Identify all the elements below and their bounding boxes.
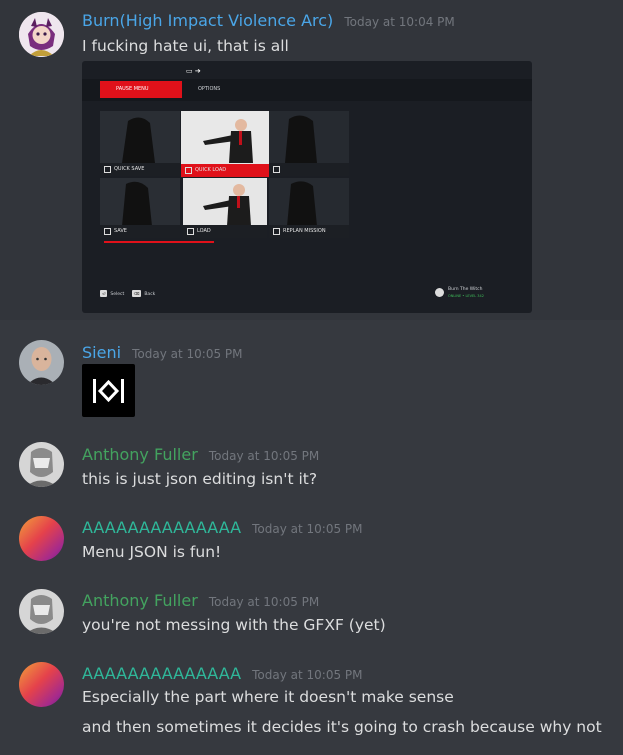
tile-label: SAVE <box>114 228 127 234</box>
tile-selection-underline <box>104 241 214 243</box>
load-icon <box>185 167 192 174</box>
avatar[interactable] <box>19 516 64 561</box>
message-text: I fucking hate ui, that is all <box>82 37 289 55</box>
profile-icon <box>273 166 280 173</box>
tab-pause-menu: PAUSE MENU <box>100 81 182 98</box>
load-icon <box>187 228 194 235</box>
avatar[interactable] <box>19 662 64 707</box>
message-text: this is just json editing isn't it? <box>82 470 318 488</box>
tile-label: REPLAN MISSION <box>283 228 326 234</box>
avatar[interactable] <box>19 442 64 487</box>
avatar[interactable] <box>19 340 64 385</box>
tile-replan-mission: REPLAN MISSION <box>269 178 349 238</box>
select-hint: ⏎ Select ⌫ Back <box>100 290 156 297</box>
timestamp: Today at 10:05 PM <box>208 595 320 609</box>
tab-switch-hint: ▭ ➔ <box>186 67 201 75</box>
a-button-icon: ⏎ <box>100 290 108 297</box>
tile-quick-load: QUICK LOAD <box>181 111 269 177</box>
author-name[interactable]: Sieni <box>82 343 121 362</box>
tile-quick-save: QUICK SAVE <box>100 111 180 176</box>
message-text: and then sometimes it decides it's going… <box>82 718 602 736</box>
image-attachment[interactable]: ▭ ➔ PAUSE MENU OPTIONS QUICK SAVE QUICK … <box>82 61 532 313</box>
replan-icon <box>273 228 280 235</box>
save-icon <box>104 166 111 173</box>
tile-label: QUICK SAVE <box>114 166 145 172</box>
author-name[interactable]: AAAAAAAAAAAAAA <box>82 518 241 537</box>
author-name[interactable]: AAAAAAAAAAAAAA <box>82 664 241 683</box>
timestamp: Today at 10:05 PM <box>208 449 320 463</box>
tile-save: SAVE <box>100 178 180 238</box>
tab-options: OPTIONS <box>198 86 221 92</box>
timestamp: Today at 10:04 PM <box>344 15 455 29</box>
message-text: Especially the part where it doesn't mak… <box>82 688 454 706</box>
avatar[interactable] <box>19 12 64 57</box>
timestamp: Today at 10:05 PM <box>132 347 243 361</box>
message-text: Menu JSON is fun! <box>82 543 222 561</box>
profile-emblem-icon <box>435 288 444 297</box>
lol-emote-icon <box>93 379 124 403</box>
author-name[interactable]: Burn(High Impact Violence Arc) <box>82 11 333 30</box>
profile-name: Burn The Witch <box>448 287 483 292</box>
lol-emote[interactable]: lol <box>82 364 135 417</box>
tile-label: LOAD <box>197 228 211 234</box>
tile-load: LOAD <box>183 178 267 238</box>
tile-label: QUICK LOAD <box>195 167 227 173</box>
save-icon <box>104 228 111 235</box>
timestamp: Today at 10:05 PM <box>252 668 363 682</box>
profile-status: ONLINE • LEVEL 342 <box>448 294 484 298</box>
b-button-icon: ⌫ <box>131 290 142 297</box>
timestamp: Today at 10:05 PM <box>252 522 363 536</box>
tile-profile <box>269 111 349 176</box>
message-text: you're not messing with the GFXF (yet) <box>82 616 386 634</box>
author-name[interactable]: Anthony Fuller <box>82 591 198 610</box>
avatar[interactable] <box>19 589 64 634</box>
author-name[interactable]: Anthony Fuller <box>82 445 198 464</box>
